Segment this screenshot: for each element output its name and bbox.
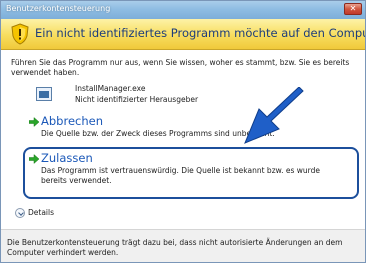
- footer-text: Die Benutzerkontensteuerung trägt dazu b…: [7, 238, 343, 257]
- title-bar: Benutzerkontensteuerung ✕: [1, 1, 365, 20]
- cancel-title: Abbrechen: [41, 114, 103, 128]
- uac-dialog: Benutzerkontensteuerung ✕ Ein nicht iden…: [0, 0, 366, 263]
- program-icon: [36, 87, 52, 101]
- intro-text: Führen Sie das Programm nur aus, wenn Si…: [11, 58, 350, 77]
- allow-highlight-ring: [23, 147, 359, 199]
- green-arrow-icon: [29, 117, 39, 127]
- pointer-arrow-icon: [244, 87, 304, 144]
- chevron-down-icon: [15, 208, 25, 218]
- window-title: Benutzerkontensteuerung: [6, 4, 111, 13]
- program-publisher: Nicht identifizierter Herausgeber: [75, 95, 199, 104]
- shield-warning-icon: [11, 23, 29, 45]
- program-name: InstallManager.exe: [75, 84, 146, 93]
- banner-heading: Ein nicht identifiziertes Programm möcht…: [35, 26, 365, 40]
- details-label: Details: [28, 208, 55, 217]
- warning-banner: Ein nicht identifiziertes Programm möcht…: [1, 19, 365, 50]
- footer: Die Benutzerkontensteuerung trägt dazu b…: [1, 229, 365, 262]
- close-button[interactable]: ✕: [344, 3, 362, 15]
